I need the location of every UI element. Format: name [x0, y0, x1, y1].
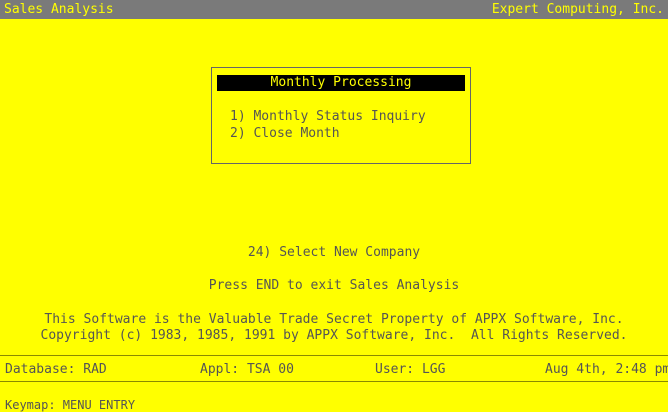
legal-notice-line-1: This Software is the Valuable Trade Secr…	[44, 312, 624, 327]
legal-notice-line-2: Copyright (c) 1983, 1985, 1991 by APPX S…	[40, 328, 628, 343]
menu-option-monthly-status-inquiry[interactable]: 1) Monthly Status Inquiry	[230, 109, 426, 125]
exit-hint: Press END to exit Sales Analysis	[208, 278, 460, 293]
status-user: User: LGG	[375, 362, 446, 377]
status-divider-bottom	[0, 381, 668, 382]
menu-title: Monthly Processing	[217, 75, 465, 91]
monthly-processing-menu: Monthly Processing 1) Monthly Status Inq…	[211, 67, 471, 164]
keymap-indicator: Keymap: MENU ENTRY	[5, 398, 136, 412]
status-datetime: Aug 4th, 2:48 pm	[545, 362, 668, 377]
company-name: Expert Computing, Inc.	[491, 2, 664, 17]
title-bar: Sales Analysis Expert Computing, Inc.	[0, 0, 668, 19]
app-title: Sales Analysis	[4, 2, 114, 17]
status-divider-top	[0, 355, 668, 356]
status-application: Appl: TSA 00	[200, 362, 294, 377]
menu-option-select-new-company[interactable]: 24) Select New Company	[0, 245, 668, 261]
menu-option-close-month[interactable]: 2) Close Month	[230, 126, 340, 142]
status-database: Database: RAD	[5, 362, 107, 377]
